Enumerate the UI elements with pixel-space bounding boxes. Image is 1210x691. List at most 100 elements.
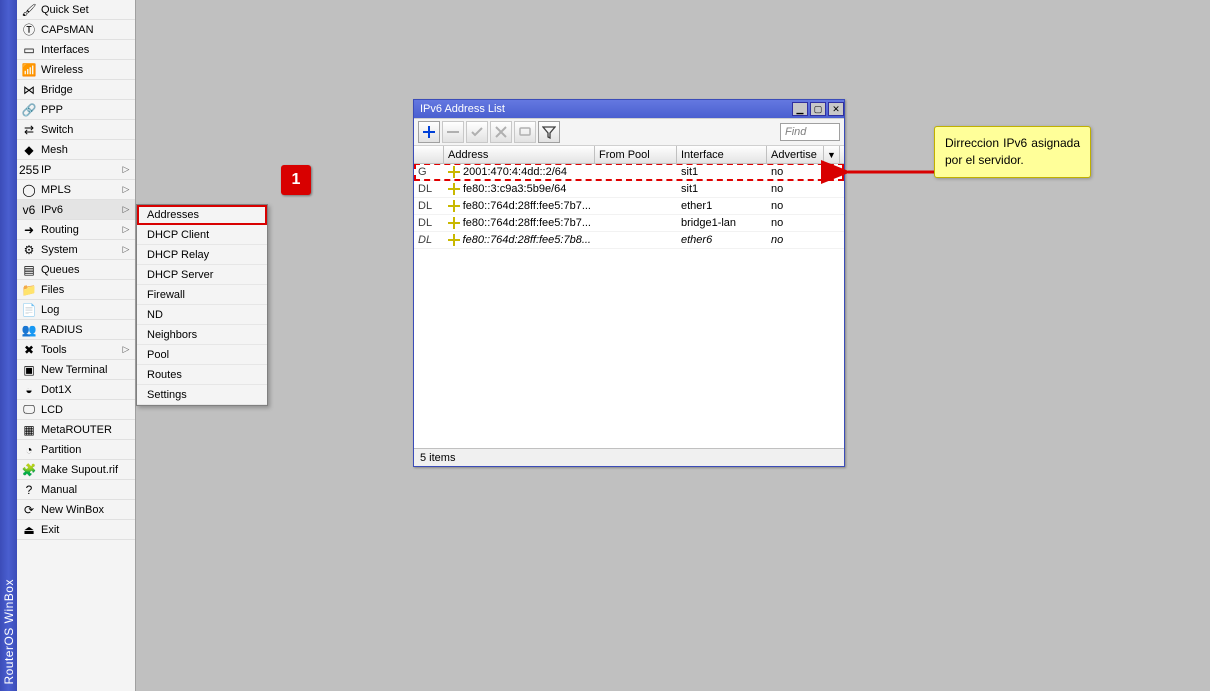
enable-button[interactable] — [466, 121, 488, 143]
sidebar-item-log[interactable]: 📄Log — [17, 300, 135, 320]
row-flags: DL — [414, 200, 444, 212]
ipv6-submenu: AddressesDHCP ClientDHCP RelayDHCP Serve… — [136, 204, 268, 406]
menu-label: MPLS — [41, 184, 121, 196]
submenu-item-nd[interactable]: ND — [137, 305, 267, 325]
sidebar-item-system[interactable]: ⚙System▷ — [17, 240, 135, 260]
sidebar-item-switch[interactable]: ⇄Switch — [17, 120, 135, 140]
annotation-note: Dirreccion IPv6 asignada por el servidor… — [934, 126, 1091, 178]
column-headers: Address From Pool Interface Advertise ▼ — [414, 146, 844, 164]
row-address: fe80::3:c9a3:5b9e/64 — [444, 183, 595, 195]
submenu-item-dhcp-relay[interactable]: DHCP Relay — [137, 245, 267, 265]
add-button[interactable] — [418, 121, 440, 143]
row-address: fe80::764d:28ff:fee5:7b7... — [444, 200, 595, 212]
row-interface: sit1 — [677, 183, 767, 195]
column-menu-button[interactable]: ▼ — [824, 146, 840, 163]
menu-icon: ▤ — [21, 262, 37, 278]
menu-icon: 🔗 — [21, 102, 37, 118]
submenu-item-dhcp-client[interactable]: DHCP Client — [137, 225, 267, 245]
annotation-badge-1: 1 — [281, 165, 311, 195]
menu-label: Partition — [41, 444, 131, 456]
submenu-item-pool[interactable]: Pool — [137, 345, 267, 365]
minimize-button[interactable]: ▁ — [792, 102, 808, 116]
column-flags[interactable] — [414, 146, 444, 163]
sidebar-item-manual[interactable]: ?Manual — [17, 480, 135, 500]
filter-button[interactable] — [538, 121, 560, 143]
sidebar-item-mpls[interactable]: ◯MPLS▷ — [17, 180, 135, 200]
menu-label: New WinBox — [41, 504, 131, 516]
annotation-arrow — [840, 160, 940, 184]
sidebar-item-dot1x[interactable]: ◒Dot1X — [17, 380, 135, 400]
sidebar-item-exit[interactable]: ⏏Exit — [17, 520, 135, 540]
menu-icon: 📶 — [21, 62, 37, 78]
menu-label: IPv6 — [41, 204, 121, 216]
menu-icon: ⇄ — [21, 122, 37, 138]
submenu-item-addresses[interactable]: Addresses — [137, 205, 267, 225]
row-interface: sit1 — [677, 166, 767, 178]
table-row[interactable]: DLfe80::764d:28ff:fee5:7b8...ether6no — [414, 232, 844, 249]
menu-icon: Ⓣ — [21, 22, 37, 38]
menu-label: New Terminal — [41, 364, 131, 376]
menu-label: Exit — [41, 524, 131, 536]
sidebar-item-quick-set[interactable]: 🖌Quick Set — [17, 0, 135, 20]
menu-icon: 📄 — [21, 302, 37, 318]
sidebar-item-metarouter[interactable]: ▦MetaROUTER — [17, 420, 135, 440]
sidebar-item-ppp[interactable]: 🔗 PPP — [17, 100, 135, 120]
table-row[interactable]: DLfe80::764d:28ff:fee5:7b7...ether1no — [414, 198, 844, 215]
sidebar-item-lcd[interactable]: 🖵LCD — [17, 400, 135, 420]
sidebar-item-capsman[interactable]: ⓉCAPsMAN — [17, 20, 135, 40]
sidebar-item-partition[interactable]: ◔Partition — [17, 440, 135, 460]
sidebar-item-bridge[interactable]: ⋈Bridge — [17, 80, 135, 100]
column-from-pool[interactable]: From Pool — [595, 146, 677, 163]
table-row[interactable]: DLfe80::764d:28ff:fee5:7b7...bridge1-lan… — [414, 215, 844, 232]
column-address[interactable]: Address — [444, 146, 595, 163]
chevron-right-icon: ▷ — [121, 344, 131, 355]
sidebar-item-ip[interactable]: 255IP▷ — [17, 160, 135, 180]
remove-button[interactable] — [442, 121, 464, 143]
sidebar-item-wireless[interactable]: 📶Wireless — [17, 60, 135, 80]
row-advertise: no — [767, 217, 824, 229]
address-plus-icon — [448, 234, 460, 246]
comment-button[interactable] — [514, 121, 536, 143]
maximize-button[interactable]: ▢ — [810, 102, 826, 116]
find-input[interactable]: Find — [780, 123, 840, 141]
sidebar-item-interfaces[interactable]: ▭Interfaces — [17, 40, 135, 60]
address-plus-icon — [448, 183, 460, 195]
menu-icon: ▭ — [21, 42, 37, 58]
submenu-item-dhcp-server[interactable]: DHCP Server — [137, 265, 267, 285]
close-button[interactable]: ✕ — [828, 102, 844, 116]
sidebar-item-mesh[interactable]: ◆Mesh — [17, 140, 135, 160]
sidebar-item-radius[interactable]: 👥RADIUS — [17, 320, 135, 340]
address-rows: G2001:470:4:4dd::2/64sit1noDLfe80::3:c9a… — [414, 164, 844, 448]
menu-icon: 🖌 — [21, 2, 37, 18]
minus-icon — [446, 125, 460, 139]
sidebar-item-make-supout-rif[interactable]: 🧩Make Supout.rif — [17, 460, 135, 480]
sidebar-item-new-terminal[interactable]: ▣ New Terminal — [17, 360, 135, 380]
table-row[interactable]: G2001:470:4:4dd::2/64sit1no — [414, 164, 844, 181]
sidebar-item-files[interactable]: 📁Files — [17, 280, 135, 300]
menu-label: PPP — [41, 104, 131, 116]
submenu-item-neighbors[interactable]: Neighbors — [137, 325, 267, 345]
sidebar-item-new-winbox[interactable]: ⟳New WinBox — [17, 500, 135, 520]
row-interface: ether6 — [677, 234, 767, 246]
row-interface: ether1 — [677, 200, 767, 212]
window-titlebar[interactable]: IPv6 Address List ▁ ▢ ✕ — [414, 100, 844, 118]
sidebar-item-tools[interactable]: ✖Tools▷ — [17, 340, 135, 360]
disable-button[interactable] — [490, 121, 512, 143]
menu-icon: ▣ — [21, 362, 37, 378]
row-address: fe80::764d:28ff:fee5:7b8... — [444, 234, 595, 246]
sidebar-item-queues[interactable]: ▤Queues — [17, 260, 135, 280]
column-advertise[interactable]: Advertise — [767, 146, 824, 163]
submenu-item-routes[interactable]: Routes — [137, 365, 267, 385]
row-flags: G — [414, 166, 444, 178]
table-row[interactable]: DLfe80::3:c9a3:5b9e/64sit1no — [414, 181, 844, 198]
menu-icon: 🖵 — [21, 402, 37, 418]
plus-icon — [422, 125, 436, 139]
sidebar-item-routing[interactable]: ➜Routing▷ — [17, 220, 135, 240]
window-status: 5 items — [414, 448, 844, 466]
submenu-item-settings[interactable]: Settings — [137, 385, 267, 405]
menu-label: System — [41, 244, 121, 256]
sidebar-item-ipv6[interactable]: v6IPv6▷ — [17, 200, 135, 220]
submenu-item-firewall[interactable]: Firewall — [137, 285, 267, 305]
column-interface[interactable]: Interface — [677, 146, 767, 163]
chevron-right-icon: ▷ — [121, 244, 131, 255]
